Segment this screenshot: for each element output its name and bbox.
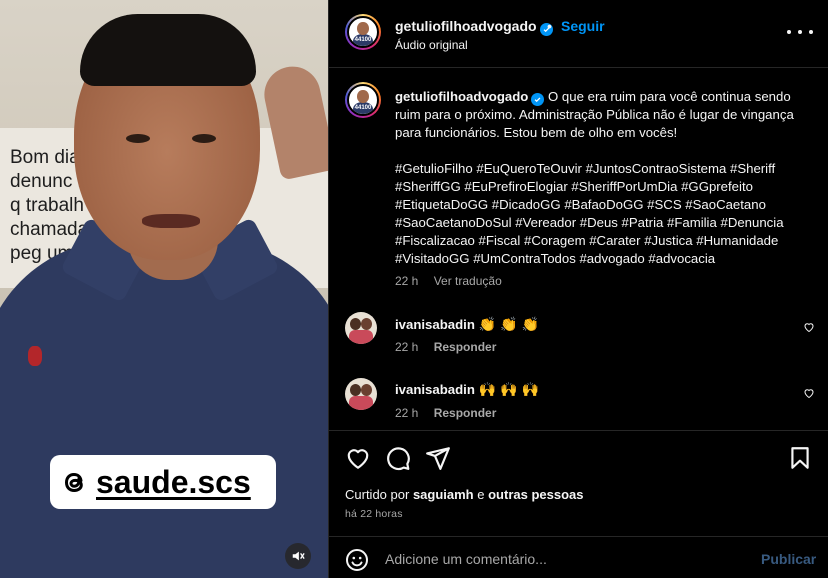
mute-button[interactable]: [285, 543, 311, 569]
publish-button[interactable]: Publicar: [761, 551, 816, 567]
speaker-mouth: [142, 214, 200, 228]
post-viewer: Bom dia denunc na UBS q trabalh neira ch…: [0, 0, 828, 578]
header-separator: •: [547, 18, 552, 34]
muted-speaker-icon: [292, 551, 305, 561]
follow-button[interactable]: Seguir: [561, 18, 605, 34]
like-heart-icon[interactable]: [345, 445, 371, 471]
more-options-button[interactable]: [787, 22, 813, 42]
comment-input[interactable]: [385, 547, 745, 571]
caption-author-avatar[interactable]: 44100: [345, 82, 381, 118]
comment-composer: Publicar: [329, 536, 828, 578]
threads-handle-overlay: saude.scs: [50, 455, 276, 509]
more-dot-icon: [787, 30, 791, 34]
shirt-logo: [28, 346, 42, 366]
caption-meta: 22 h Ver tradução: [395, 274, 502, 288]
avatar-badge-number: 44100: [354, 104, 372, 111]
comment-time: 22 h: [395, 340, 419, 354]
save-bookmark-icon[interactable]: [787, 445, 813, 471]
comment-meta: 22 h Responder: [395, 406, 496, 420]
post-header: 44100 getuliofilhoadvogado • Seguir Áudi…: [329, 0, 828, 68]
comment-item: ivanisabadin 👏 👏 👏: [395, 316, 539, 333]
speaker-shirt: [0, 240, 328, 578]
reply-button[interactable]: Responder: [434, 340, 497, 354]
more-dot-icon: [809, 30, 813, 34]
comment-time: 22 h: [395, 406, 419, 420]
see-translation-button[interactable]: Ver tradução: [434, 274, 502, 288]
author-username[interactable]: getuliofilhoadvogado: [395, 18, 537, 34]
author-avatar[interactable]: 44100: [345, 14, 381, 50]
threads-handle-text: saude.scs: [96, 463, 251, 500]
comment-text: 🙌 🙌 🙌: [478, 381, 539, 397]
liked-by-user[interactable]: saguiamh: [413, 487, 474, 502]
more-dot-icon: [798, 30, 802, 34]
reply-button[interactable]: Responder: [434, 406, 497, 420]
caption-username[interactable]: getuliofilhoadvogado: [395, 89, 528, 104]
share-paper-plane-icon[interactable]: [425, 445, 451, 471]
author-username-row[interactable]: getuliofilhoadvogado: [395, 18, 553, 36]
comment-username[interactable]: ivanisabadin: [395, 317, 475, 332]
verified-badge-icon: [531, 93, 545, 106]
liked-by-prefix: Curtido por: [345, 487, 410, 502]
caption-time: 22 h: [395, 274, 419, 288]
commenter-avatar[interactable]: [345, 378, 377, 410]
caption-hashtags[interactable]: #GetulioFilho #EuQueroTeOuvir #JuntosCon…: [395, 160, 809, 268]
commenter-avatar[interactable]: [345, 312, 377, 344]
comment-text: 👏 👏 👏: [478, 316, 539, 332]
comment-like-heart-icon[interactable]: [803, 321, 815, 333]
speaker-hair: [80, 14, 256, 86]
post-side-panel: 44100 getuliofilhoadvogado • Seguir Áudi…: [328, 0, 828, 578]
emoji-smiley-icon[interactable]: [345, 548, 369, 572]
post-actions: Curtido por saguiamh e outras pessoas há…: [329, 430, 828, 578]
speaker-eye-right: [192, 134, 216, 143]
avatar-badge-number: 44100: [354, 36, 372, 43]
comment-bubble-icon[interactable]: [385, 445, 411, 471]
liked-by-summary: Curtido por saguiamh e outras pessoas: [345, 487, 583, 502]
comment-username[interactable]: ivanisabadin: [395, 382, 475, 397]
comment-item: ivanisabadin 🙌 🙌 🙌: [395, 381, 539, 398]
threads-icon: [58, 464, 94, 500]
post-caption: getuliofilhoadvogado O que era ruim para…: [395, 88, 809, 268]
speaker-eye-left: [126, 134, 150, 143]
liked-by-others[interactable]: outras pessoas: [488, 487, 583, 502]
liked-by-and: e: [477, 487, 485, 502]
comment-like-heart-icon[interactable]: [803, 387, 815, 399]
comment-meta: 22 h Responder: [395, 340, 496, 354]
post-time-ago: há 22 horas: [345, 508, 403, 520]
audio-label-link[interactable]: Áudio original: [395, 38, 468, 52]
reel-video[interactable]: Bom dia denunc na UBS q trabalh neira ch…: [0, 0, 328, 578]
